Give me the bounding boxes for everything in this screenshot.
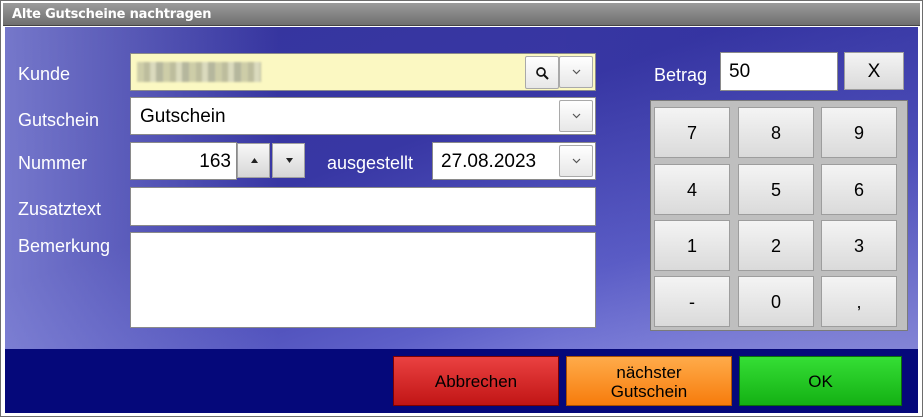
additional-text-input[interactable] xyxy=(130,187,596,226)
keypad-key[interactable]: 8 xyxy=(738,107,814,158)
arrow-up-icon xyxy=(251,158,258,163)
keypad-key[interactable]: 1 xyxy=(654,220,730,271)
zusatztext-label: Zusatztext xyxy=(18,199,102,219)
number-increment-button[interactable] xyxy=(237,143,270,178)
customer-dropdown-button[interactable] xyxy=(559,56,593,88)
keypad-key[interactable]: 4 xyxy=(654,164,730,215)
nummer-label: Nummer xyxy=(18,153,88,173)
voucher-type-select[interactable]: Gutschein xyxy=(130,97,596,135)
number-value: 163 xyxy=(199,151,231,172)
arrow-down-icon xyxy=(286,158,293,163)
chevron-down-icon xyxy=(572,69,581,75)
number-decrement-button[interactable] xyxy=(272,143,305,178)
voucher-type-value: Gutschein xyxy=(140,106,226,127)
window-title: Alte Gutscheine nachtragen xyxy=(12,7,212,22)
chevron-down-icon xyxy=(572,158,581,164)
issue-date-dropdown-button[interactable] xyxy=(559,145,593,177)
bemerkung-label: Bemerkung xyxy=(18,236,111,256)
keypad-key[interactable]: 9 xyxy=(821,107,897,158)
number-input[interactable]: 163 xyxy=(130,142,237,180)
search-icon xyxy=(536,67,549,80)
kunde-label: Kunde xyxy=(18,64,71,84)
dialog-window: Alte Gutscheine nachtragen Kunde Gutsche… xyxy=(0,0,923,417)
chevron-down-icon xyxy=(572,113,581,119)
keypad-key[interactable]: 5 xyxy=(738,164,814,215)
keypad-key[interactable]: 3 xyxy=(821,220,897,271)
remark-textarea[interactable] xyxy=(130,232,596,328)
ok-button[interactable]: OK xyxy=(739,356,902,406)
keypad-key[interactable]: 2 xyxy=(738,220,814,271)
keypad-key[interactable]: 0 xyxy=(738,276,814,327)
issue-date-picker[interactable]: 27.08.2023 xyxy=(432,142,596,180)
issue-date-value: 27.08.2023 xyxy=(441,151,537,172)
keypad-key[interactable]: - xyxy=(654,276,730,327)
numeric-keypad: 7 8 9 4 5 6 1 2 3 - 0 , xyxy=(650,100,908,331)
customer-field[interactable] xyxy=(130,53,596,91)
amount-value: 50 xyxy=(729,61,751,82)
next-voucher-label-line2: Gutschein xyxy=(610,382,688,401)
keypad-key[interactable]: 7 xyxy=(654,107,730,158)
gutschein-label: Gutschein xyxy=(18,110,100,130)
customer-name-redacted xyxy=(137,62,261,82)
voucher-type-dropdown-button[interactable] xyxy=(559,100,593,132)
next-voucher-label-line1: nächster xyxy=(616,363,682,382)
title-bar[interactable]: Alte Gutscheine nachtragen xyxy=(3,3,920,26)
amount-input[interactable]: 50 xyxy=(720,52,838,91)
ausgestellt-label: ausgestellt xyxy=(327,153,414,173)
cancel-button[interactable]: Abbrechen xyxy=(393,356,559,406)
keypad-key[interactable]: , xyxy=(821,276,897,327)
keypad-key[interactable]: 6 xyxy=(821,164,897,215)
next-voucher-button[interactable]: nächster Gutschein xyxy=(566,356,732,406)
betrag-label: Betrag xyxy=(654,65,708,85)
customer-search-button[interactable] xyxy=(525,56,559,89)
clear-amount-button[interactable]: X xyxy=(844,52,904,90)
